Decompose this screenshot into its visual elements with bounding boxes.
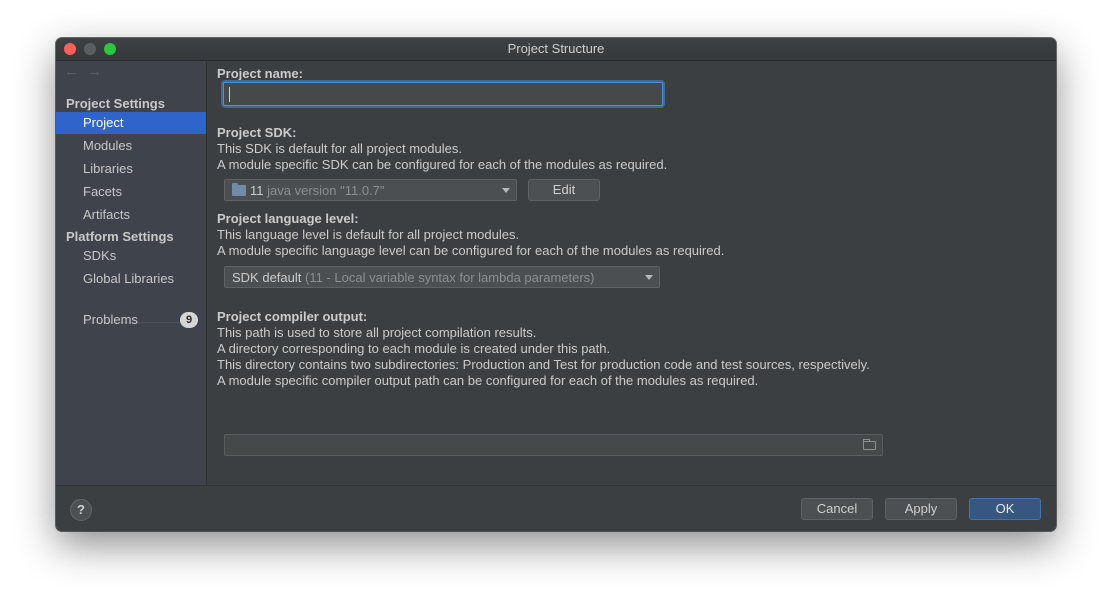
help-button[interactable]: ? — [70, 499, 92, 521]
title-bar: Project Structure — [56, 38, 1056, 61]
project-sdk-desc-2: A module specific SDK can be configured … — [217, 157, 668, 172]
sidebar-item-problems[interactable]: Problems 9 — [56, 309, 206, 331]
nav-arrows: ←→ — [64, 63, 110, 80]
project-name-input[interactable] — [223, 82, 663, 106]
chevron-down-icon — [645, 275, 653, 280]
sdk-version-detail: java version "11.0.7" — [267, 183, 385, 198]
sidebar: ←→ Project Settings Project Modules Libr… — [56, 61, 207, 485]
project-settings-heading: Project Settings — [66, 96, 165, 111]
edit-sdk-button[interactable]: Edit — [528, 179, 600, 201]
dialog-footer: ? Cancel Apply OK — [56, 485, 1056, 531]
cancel-button[interactable]: Cancel — [801, 498, 873, 520]
sidebar-item-artifacts[interactable]: Artifacts — [56, 204, 206, 226]
sidebar-item-facets[interactable]: Facets — [56, 181, 206, 203]
sidebar-item-libraries[interactable]: Libraries — [56, 158, 206, 180]
problems-label: Problems — [83, 312, 138, 327]
project-sdk-label: Project SDK: — [217, 125, 297, 140]
window-title: Project Structure — [507, 41, 605, 56]
text-caret — [229, 87, 230, 102]
project-name-label: Project name: — [217, 66, 303, 81]
back-arrow-icon[interactable]: ← — [64, 63, 87, 80]
browse-folder-icon[interactable] — [863, 439, 876, 450]
chevron-down-icon — [502, 188, 510, 193]
folder-icon — [232, 183, 246, 196]
sidebar-item-project[interactable]: Project — [56, 112, 206, 134]
project-settings-panel: Project name: Project SDK: This SDK is d… — [207, 61, 1056, 485]
language-level-dropdown[interactable]: SDK default (11 - Local variable syntax … — [224, 266, 660, 288]
language-level-desc-2: A module specific language level can be … — [217, 243, 725, 258]
compiler-output-desc-2: A directory corresponding to each module… — [217, 341, 611, 356]
language-level-value: SDK default — [232, 270, 302, 285]
apply-button[interactable]: Apply — [885, 498, 957, 520]
compiler-output-path-field[interactable] — [224, 434, 883, 456]
language-level-detail: (11 - Local variable syntax for lambda p… — [305, 270, 595, 285]
project-sdk-desc-1: This SDK is default for all project modu… — [217, 141, 462, 156]
language-level-desc-1: This language level is default for all p… — [217, 227, 520, 242]
sidebar-item-modules[interactable]: Modules — [56, 135, 206, 157]
forward-arrow-icon[interactable]: → — [87, 63, 110, 80]
compiler-output-desc-1: This path is used to store all project c… — [217, 325, 537, 340]
sdk-version: 11 — [250, 183, 264, 198]
ok-button[interactable]: OK — [969, 498, 1041, 520]
project-sdk-dropdown[interactable]: 11 java version "11.0.7" — [224, 179, 517, 201]
problems-count-badge: 9 — [180, 312, 198, 328]
compiler-output-desc-3: This directory contains two subdirectori… — [217, 357, 870, 372]
sidebar-item-sdks[interactable]: SDKs — [56, 245, 206, 267]
compiler-output-label: Project compiler output: — [217, 309, 368, 324]
sidebar-item-global-libraries[interactable]: Global Libraries — [56, 268, 206, 290]
compiler-output-desc-4: A module specific compiler output path c… — [217, 373, 759, 388]
language-level-label: Project language level: — [217, 211, 359, 226]
platform-settings-heading: Platform Settings — [66, 229, 174, 244]
project-structure-window: Project Structure ←→ Project Settings Pr… — [56, 38, 1056, 531]
